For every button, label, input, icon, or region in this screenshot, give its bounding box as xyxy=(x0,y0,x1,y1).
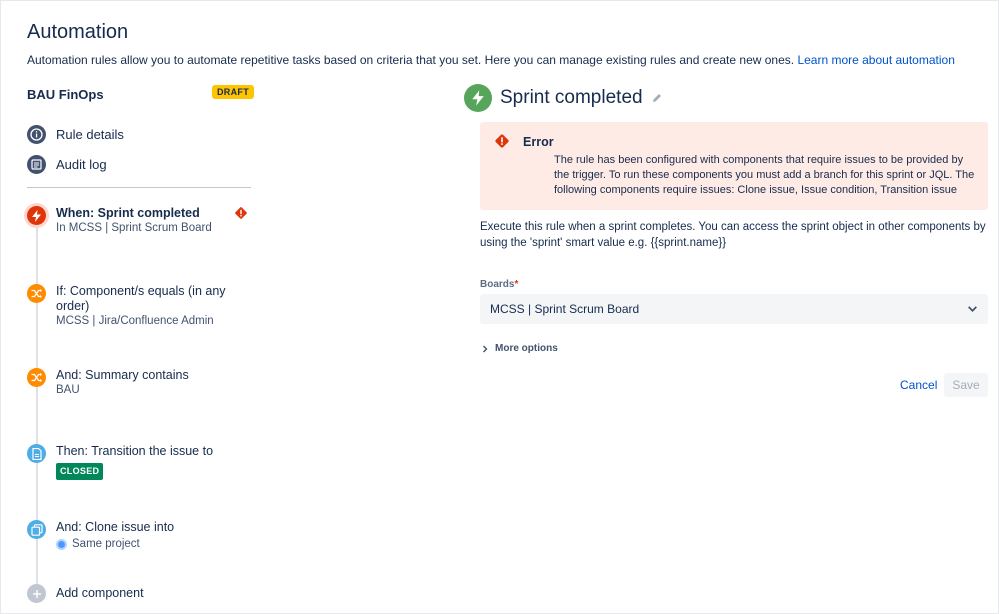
add-component-label: Add component xyxy=(56,586,144,600)
step-condition-component[interactable]: If: Component/s equals (in any order) MC… xyxy=(27,284,257,334)
more-options-toggle[interactable]: More options xyxy=(481,343,558,354)
project-avatar-icon xyxy=(56,539,67,550)
error-panel: Error The rule has been configured with … xyxy=(480,122,988,210)
page-description: Automation rules allow you to automate r… xyxy=(27,53,955,67)
error-title: Error xyxy=(523,135,554,149)
shuffle-icon xyxy=(27,284,46,303)
error-icon xyxy=(494,133,510,154)
boards-label-text: Boards xyxy=(480,279,515,290)
plus-icon xyxy=(27,584,46,603)
chevron-down-icon xyxy=(967,303,978,317)
error-warning-icon xyxy=(234,206,248,225)
trigger-title: Sprint completed xyxy=(500,87,643,108)
step-trigger[interactable]: When: Sprint completed In MCSS | Sprint … xyxy=(27,206,257,246)
edit-pencil-icon[interactable] xyxy=(651,92,663,104)
draft-badge: DRAFT xyxy=(212,85,254,99)
project-row: Same project xyxy=(56,537,251,552)
trigger-header: Sprint completed xyxy=(464,84,663,112)
page-description-text: Automation rules allow you to automate r… xyxy=(27,53,795,67)
save-button[interactable]: Save xyxy=(944,373,988,397)
list-icon xyxy=(27,155,46,174)
step-title: If: Component/s equals (in any order) xyxy=(56,284,226,313)
add-component-button[interactable]: Add component xyxy=(27,584,257,604)
shuffle-icon xyxy=(27,368,46,387)
step-trigger-text: When: Sprint completed In MCSS | Sprint … xyxy=(56,206,251,236)
rule-name: BAU FinOps xyxy=(27,87,104,102)
step-title: And: Clone issue into xyxy=(56,520,175,534)
step-subtitle: Same project xyxy=(72,538,140,550)
chevron-right-icon xyxy=(481,345,489,353)
boards-select[interactable]: MCSS | Sprint Scrum Board xyxy=(480,294,988,324)
step-condition-summary[interactable]: And: Summary contains BAU xyxy=(27,368,257,404)
step-condition-summary-text: And: Summary contains BAU xyxy=(56,368,251,398)
nav-rule-details[interactable]: Rule details xyxy=(27,125,124,144)
step-title: Then: Transition the issue to xyxy=(56,444,214,458)
nav-divider xyxy=(27,187,251,188)
learn-more-link[interactable]: Learn more about automation xyxy=(797,53,954,67)
page-title: Automation xyxy=(27,21,129,43)
trigger-description: Execute this rule when a sprint complete… xyxy=(480,221,986,249)
more-options-label: More options xyxy=(495,343,558,354)
required-marker: * xyxy=(514,279,519,290)
step-subtitle: MCSS | Jira/Confluence Admin xyxy=(56,315,214,327)
step-action-transition[interactable]: Then: Transition the issue to CLOSED xyxy=(27,444,257,480)
lightning-icon xyxy=(464,84,492,112)
step-title: When: Sprint completed xyxy=(56,206,200,220)
nav-rule-details-label: Rule details xyxy=(56,127,124,142)
cancel-button[interactable]: Cancel xyxy=(894,373,943,397)
nav-audit-log-label: Audit log xyxy=(56,157,107,172)
step-action-transition-text: Then: Transition the issue to CLOSED xyxy=(56,444,251,480)
step-condition-component-text: If: Component/s equals (in any order) MC… xyxy=(56,284,251,329)
step-subtitle: In MCSS | Sprint Scrum Board xyxy=(56,222,212,234)
boards-select-value: MCSS | Sprint Scrum Board xyxy=(490,302,640,316)
boards-label: Boards* xyxy=(480,279,518,290)
document-icon xyxy=(27,444,46,463)
step-action-clone-text: And: Clone issue into Same project xyxy=(56,520,251,552)
error-message: The rule has been configured with compon… xyxy=(554,154,975,196)
closed-status-lozenge: CLOSED xyxy=(56,463,104,480)
lightning-icon xyxy=(27,206,46,225)
info-icon xyxy=(27,125,46,144)
copy-icon xyxy=(27,520,46,539)
step-action-clone[interactable]: And: Clone issue into Same project xyxy=(27,520,257,556)
step-title: And: Summary contains xyxy=(56,368,189,382)
step-subtitle: BAU xyxy=(56,384,80,396)
nav-audit-log[interactable]: Audit log xyxy=(27,155,107,174)
